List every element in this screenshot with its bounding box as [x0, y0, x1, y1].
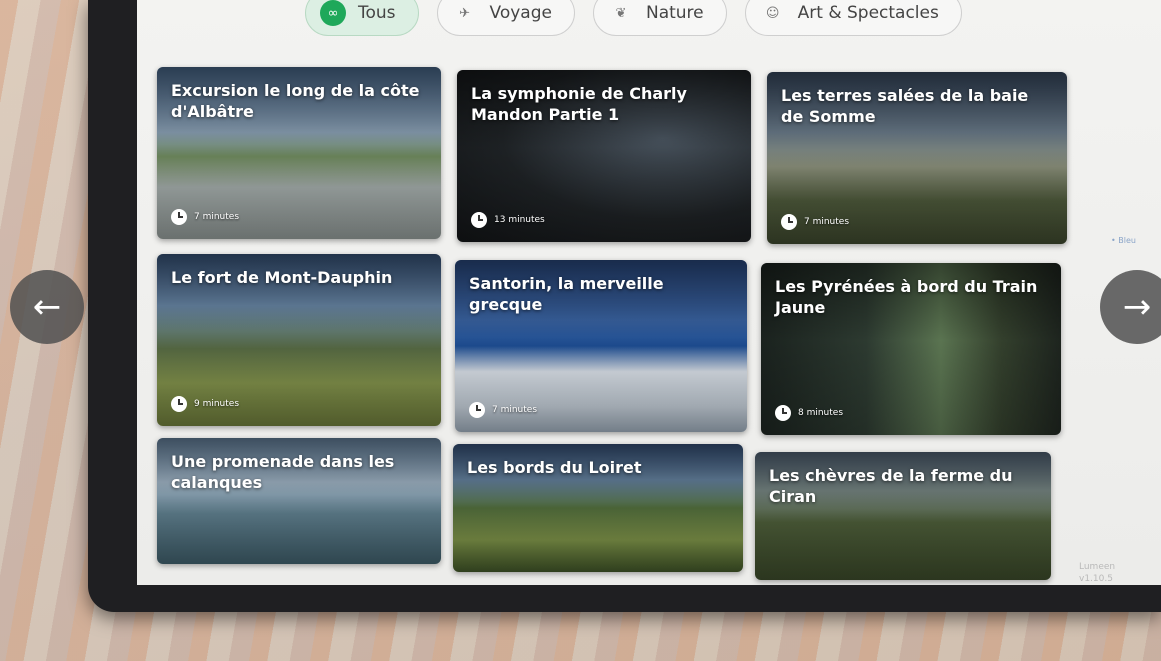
card-title: Les terres salées de la baie de Somme [781, 86, 1029, 126]
arrow-left-icon: ← [32, 287, 62, 327]
content-card[interactable]: Les chèvres de la ferme du Ciran [755, 452, 1051, 580]
content-card[interactable]: La symphonie de Charly Mandon Partie 1 1… [457, 70, 751, 242]
side-note: • Bleu [1111, 236, 1136, 245]
card-title: La symphonie de Charly Mandon Partie 1 [471, 84, 687, 124]
content-card[interactable]: Le fort de Mont-Dauphin 9 minutes [157, 254, 441, 426]
card-title: Les bords du Loiret [467, 458, 642, 477]
previous-arrow-button[interactable]: ← [10, 270, 84, 344]
content-card[interactable]: Santorin, la merveille grecque 7 minutes [455, 260, 747, 432]
content-card[interactable]: Les Pyrénées à bord du Train Jaune 8 min… [761, 263, 1061, 435]
card-duration: 13 minutes [471, 212, 545, 228]
card-title: Les Pyrénées à bord du Train Jaune [775, 277, 1038, 317]
clock-icon [775, 405, 791, 421]
card-title: Le fort de Mont-Dauphin [171, 268, 393, 287]
card-duration: 9 minutes [171, 396, 239, 412]
clock-icon [471, 212, 487, 228]
card-title: Excursion le long de la côte d'Albâtre [171, 81, 420, 121]
card-title: Les chèvres de la ferme du Ciran [769, 466, 1013, 506]
card-duration: 7 minutes [781, 214, 849, 230]
clock-icon [469, 402, 485, 418]
content-card[interactable]: Une promenade dans les calanques [157, 438, 441, 564]
clock-icon [781, 214, 797, 230]
card-duration: 7 minutes [469, 402, 537, 418]
clock-icon [171, 209, 187, 225]
content-card[interactable]: Les bords du Loiret [453, 444, 743, 572]
content-card[interactable]: Les terres salées de la baie de Somme 7 … [767, 72, 1067, 244]
arrow-right-icon: → [1122, 287, 1152, 327]
app-screen: ∞ Tous ✈ Voyage ❦ Nature ☺ Art & Spectac… [137, 0, 1161, 585]
card-duration: 7 minutes [171, 209, 239, 225]
card-title: Une promenade dans les calanques [171, 452, 395, 492]
card-duration: 8 minutes [775, 405, 843, 421]
clock-icon [171, 396, 187, 412]
app-version: Lumeen v1.10.5 [1079, 562, 1116, 584]
content-card-grid: Excursion le long de la côte d'Albâtre 7… [137, 0, 1161, 585]
content-card[interactable]: Excursion le long de la côte d'Albâtre 7… [157, 67, 441, 239]
card-title: Santorin, la merveille grecque [469, 274, 664, 314]
